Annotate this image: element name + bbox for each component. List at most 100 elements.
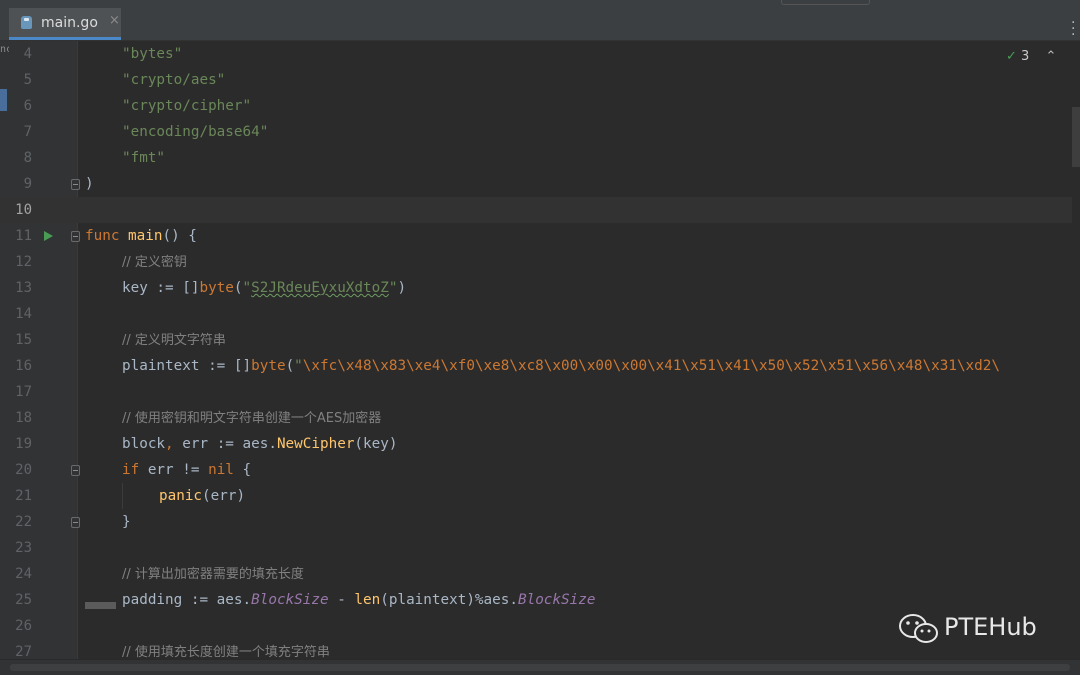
inspection-widget[interactable]: ✓ 3 ⌃ (1006, 49, 1056, 64)
tab-main-go[interactable]: main.go × (9, 8, 121, 40)
code-token: "fmt" (122, 150, 166, 166)
code-line[interactable]: 6 "crypto/cipher" (0, 93, 1080, 119)
code-line[interactable]: 11 func main() { (0, 223, 1080, 249)
line-number: 24 (15, 566, 32, 582)
horizontal-scrollbar[interactable] (0, 659, 1080, 675)
code-token: () { (162, 228, 197, 244)
line-number: 20 (15, 462, 32, 478)
code-comment: // 定义密钥 (122, 255, 187, 270)
wechat-icon (899, 614, 938, 643)
code-line[interactable]: 9) (0, 171, 1080, 197)
code-line[interactable]: 10 (0, 197, 1080, 223)
code-token: err != (147, 462, 209, 478)
code-token: func (85, 228, 129, 244)
code-line[interactable]: 22} (0, 509, 1080, 535)
tab-label: main.go (41, 15, 98, 31)
code-text: padding := aes.BlockSize - len(plaintext… (122, 587, 595, 613)
code-comment: // 计算出加密器需要的填充长度 (122, 567, 304, 582)
line-number: 15 (15, 332, 32, 348)
line-number: 6 (23, 98, 32, 114)
fold-icon[interactable] (71, 465, 80, 476)
code-token: BlockSize (517, 592, 596, 608)
line-number: 22 (15, 514, 32, 530)
code-text: // 计算出加密器需要的填充长度 (122, 561, 304, 588)
code-token: "crypto/cipher" (122, 98, 252, 114)
code-token: "crypto/aes" (122, 72, 226, 88)
folded-code-chip[interactable] (85, 602, 116, 609)
code-line[interactable]: 18 // 使用密钥和明文字符串创建一个AES加密器 (0, 405, 1080, 431)
close-tab-icon[interactable]: × (109, 13, 120, 28)
inspection-count: 3 (1021, 49, 1030, 64)
code-line[interactable]: 4 "bytes" (0, 41, 1080, 67)
code-line[interactable]: 14 (0, 301, 1080, 327)
code-token: NewCipher (276, 436, 355, 452)
code-line[interactable]: 17 (0, 379, 1080, 405)
line-number: 23 (15, 540, 32, 556)
code-token: plaintext := [] (122, 358, 252, 374)
code-token: (err) (202, 488, 246, 504)
code-token: main (128, 228, 163, 244)
vertical-scrollbar[interactable] (1072, 41, 1080, 659)
line-number: 25 (15, 592, 32, 608)
code-line[interactable]: 13 key := []byte("S2JRdeuEyxuXdtoZ") (0, 275, 1080, 301)
code-token: S2JRdeuEyxuXdtoZ (251, 280, 389, 296)
code-token: err := aes. (182, 436, 277, 452)
code-line[interactable]: 19 block, err := aes.NewCipher(key) (0, 431, 1080, 457)
code-token: " (242, 280, 252, 296)
code-text: "bytes" (122, 41, 182, 67)
line-number: 8 (23, 150, 32, 166)
horizontal-scrollbar-thumb[interactable] (10, 664, 1070, 671)
line-number: 17 (15, 384, 32, 400)
code-text: } (122, 509, 131, 535)
code-line[interactable]: 15 // 定义明文字符串 (0, 327, 1080, 353)
line-number: 10 (15, 202, 32, 218)
code-text: key := []byte("S2JRdeuEyxuXdtoZ") (122, 275, 406, 301)
code-comment: // 使用填充长度创建一个填充字符串 (122, 645, 330, 659)
line-number: 14 (15, 306, 32, 322)
line-number: 27 (15, 644, 32, 659)
code-token: } (122, 514, 131, 530)
editor-tab-bar: main.go × · · · (0, 8, 1080, 42)
code-token: ( (285, 358, 295, 374)
code-line[interactable]: 7 "encoding/base64" (0, 119, 1080, 145)
code-line[interactable]: 20 if err != nil { (0, 457, 1080, 483)
code-line[interactable]: 16 plaintext := []byte("\xfc\x48\x83\xe4\… (0, 353, 1080, 379)
code-token: - (328, 592, 355, 608)
code-token: nil (208, 462, 243, 478)
code-line[interactable]: 21 panic(err) (0, 483, 1080, 509)
indent-guide (122, 483, 123, 509)
code-line[interactable]: 5 "crypto/aes" (0, 67, 1080, 93)
fold-icon[interactable] (71, 179, 80, 190)
code-line[interactable]: 23 (0, 535, 1080, 561)
code-line[interactable]: 24 // 计算出加密器需要的填充长度 (0, 561, 1080, 587)
chevron-up-icon[interactable]: ⌃ (1045, 49, 1056, 64)
code-token: if (122, 462, 148, 478)
code-token: "bytes" (122, 46, 183, 62)
fold-icon[interactable] (71, 517, 80, 528)
code-token: \xfc\x48\x83\xe4\xf0\xe8\xc8\x00\x00\x00… (302, 358, 1000, 374)
run-icon[interactable] (44, 231, 53, 241)
scrollbar-thumb[interactable] (1072, 107, 1080, 167)
fold-icon[interactable] (71, 231, 80, 242)
line-number: 19 (15, 436, 32, 452)
code-editor[interactable]: 4 "bytes" 5 "crypto/aes" 6 "crypto/cipher" 7 "e… (0, 41, 1080, 659)
code-token: padding := aes. (122, 592, 252, 608)
code-line[interactable]: 12 // 定义密钥 (0, 249, 1080, 275)
code-text: "crypto/cipher" (122, 93, 251, 119)
code-token: ( (233, 280, 243, 296)
toolbar-widget[interactable] (781, 0, 870, 5)
code-token: , (165, 436, 183, 452)
code-token: BlockSize (251, 592, 329, 608)
code-token: len (354, 592, 381, 608)
code-token: byte (251, 358, 286, 374)
code-token: ) (85, 176, 94, 192)
code-text: panic(err) (159, 483, 245, 509)
code-token: { (242, 462, 252, 478)
code-line[interactable]: 8 "fmt" (0, 145, 1080, 171)
window-top-bar (0, 0, 1080, 8)
code-text: block, err := aes.NewCipher(key) (122, 431, 397, 457)
more-options-icon[interactable]: · · · (1071, 16, 1075, 42)
code-token: " (294, 358, 303, 374)
line-number: 16 (15, 358, 32, 374)
line-number: 9 (23, 176, 32, 192)
